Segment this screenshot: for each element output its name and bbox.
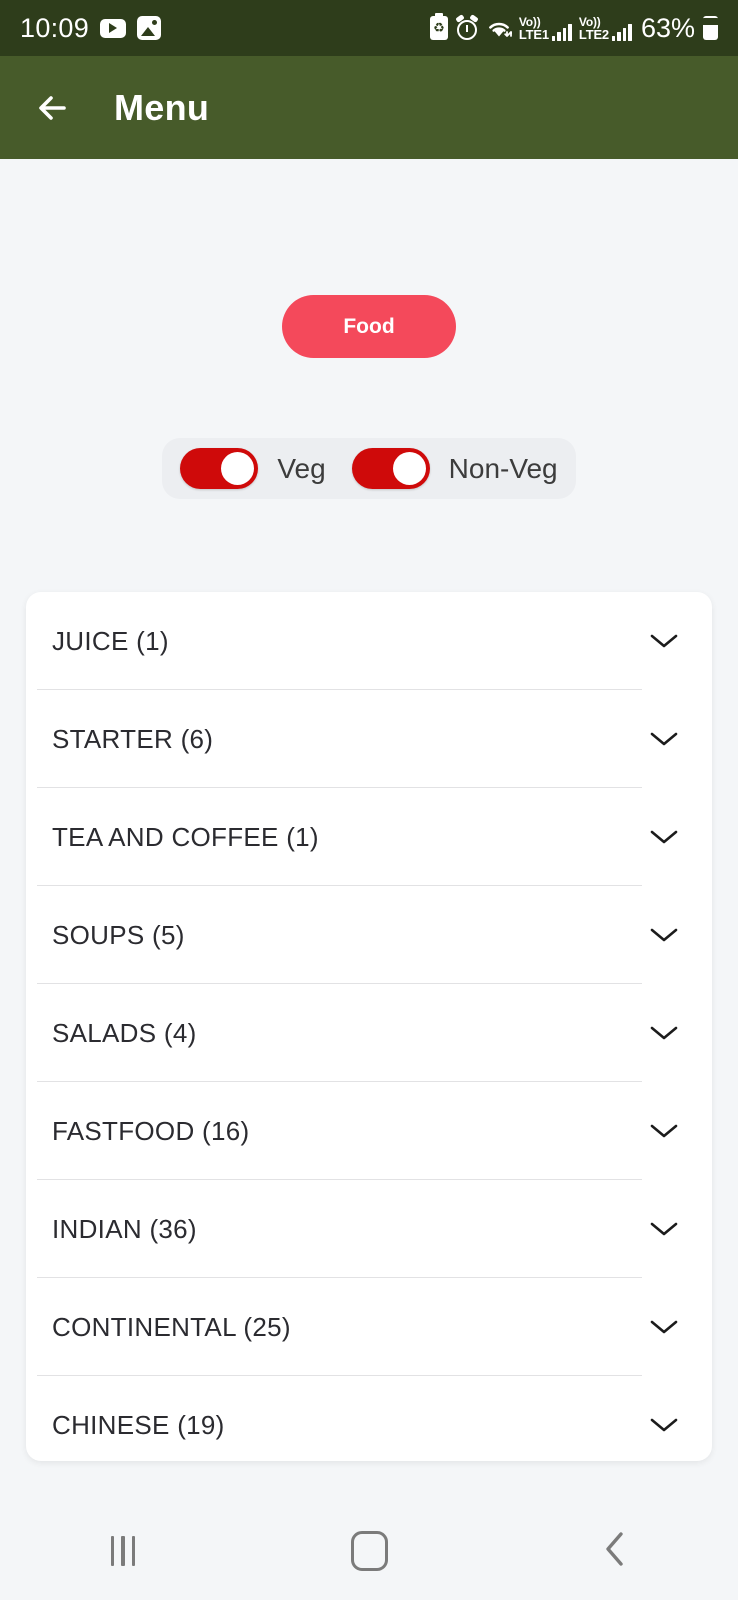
category-row-starter[interactable]: STARTER (6) (26, 690, 712, 788)
chevron-down-icon[interactable] (649, 1220, 679, 1238)
nonveg-toggle-label: Non-Veg (448, 452, 558, 484)
category-label: CONTINENTAL (25) (52, 1311, 291, 1342)
category-label: SALADS (4) (52, 1017, 197, 1048)
signal-bars-1 (551, 23, 572, 41)
chevron-down-icon[interactable] (649, 1416, 679, 1434)
page-title: Menu (114, 86, 210, 128)
category-label: TEA AND COFFEE (1) (52, 821, 319, 852)
category-label: INDIAN (36) (52, 1213, 197, 1244)
category-row-soups[interactable]: SOUPS (5) (26, 886, 712, 984)
status-bar-clock: 10:09 (20, 12, 90, 43)
status-bar: 10:09 Vo)) LTE1 (0, 0, 738, 56)
nav-back-button[interactable] (555, 1521, 675, 1581)
category-row-continental[interactable]: CONTINENTAL (25) (26, 1278, 712, 1376)
phone-screen: 10:09 Vo)) LTE1 (0, 0, 738, 1600)
nav-recents-button[interactable] (63, 1521, 183, 1581)
category-label: FASTFOOD (16) (52, 1115, 250, 1146)
network-indicator-1: Vo)) LTE1 (519, 16, 572, 41)
nonveg-toggle-switch[interactable] (351, 448, 430, 489)
battery-percent: 63% (640, 12, 695, 43)
veg-toggle-label: Veg (277, 452, 326, 484)
chevron-down-icon[interactable] (649, 632, 679, 650)
category-row-juice[interactable]: JUICE (1) (26, 592, 712, 690)
gallery-icon (137, 16, 162, 40)
main-content: Food Veg Non-Veg JUICE (1) STARTER (6) T… (0, 159, 738, 1600)
volte-label-1: Vo)) (518, 14, 541, 29)
network-indicator-2: Vo)) LTE2 (579, 16, 632, 41)
chevron-down-icon[interactable] (649, 926, 679, 944)
back-arrow-icon[interactable] (30, 85, 76, 131)
youtube-icon (100, 18, 127, 38)
status-bar-left: 10:09 (20, 12, 162, 44)
chevron-down-icon[interactable] (649, 1318, 679, 1336)
category-row-fastfood[interactable]: FASTFOOD (16) (26, 1082, 712, 1180)
veg-toggle-thumb (221, 452, 255, 485)
wifi-icon (486, 17, 512, 39)
chevron-down-icon[interactable] (649, 730, 679, 748)
android-nav-bar (0, 1502, 738, 1600)
category-row-salads[interactable]: SALADS (4) (26, 984, 712, 1082)
veg-filter[interactable]: Veg (180, 448, 326, 489)
food-chip[interactable]: Food (282, 295, 456, 358)
category-label: SOUPS (5) (52, 919, 185, 950)
status-bar-right: Vo)) LTE1 Vo)) LTE2 63% (429, 12, 718, 44)
category-row-indian[interactable]: INDIAN (36) (26, 1180, 712, 1278)
category-label: JUICE (1) (52, 625, 169, 656)
battery-icon (702, 16, 718, 40)
home-icon (350, 1531, 388, 1571)
diet-filter-group: Veg Non-Veg (162, 438, 576, 499)
category-row-tea-and-coffee[interactable]: TEA AND COFFEE (1) (26, 788, 712, 886)
volte-label-2: Vo)) (578, 14, 601, 29)
back-chevron-icon (602, 1529, 628, 1574)
nav-home-button[interactable] (309, 1521, 429, 1581)
battery-saver-icon (429, 13, 448, 40)
category-label: STARTER (6) (52, 723, 214, 754)
category-row-chinese[interactable]: CHINESE (19) (26, 1376, 712, 1461)
chevron-down-icon[interactable] (649, 1024, 679, 1042)
category-list-card: JUICE (1) STARTER (6) TEA AND COFFEE (1) (26, 592, 712, 1461)
category-chip-row: Food (0, 295, 738, 358)
diet-filter-row: Veg Non-Veg (0, 438, 738, 499)
chevron-down-icon[interactable] (649, 1122, 679, 1140)
network-tech-2: LTE2 (578, 26, 609, 42)
alarm-icon (455, 14, 479, 40)
veg-toggle-switch[interactable] (180, 448, 259, 489)
signal-bars-2 (611, 23, 632, 41)
category-label: CHINESE (19) (52, 1409, 225, 1440)
recents-icon (110, 1536, 136, 1566)
chevron-down-icon[interactable] (649, 828, 679, 846)
nonveg-filter[interactable]: Non-Veg (351, 448, 558, 489)
network-tech-1: LTE1 (518, 26, 549, 42)
nonveg-toggle-thumb (392, 452, 426, 485)
app-bar: Menu (0, 56, 738, 159)
